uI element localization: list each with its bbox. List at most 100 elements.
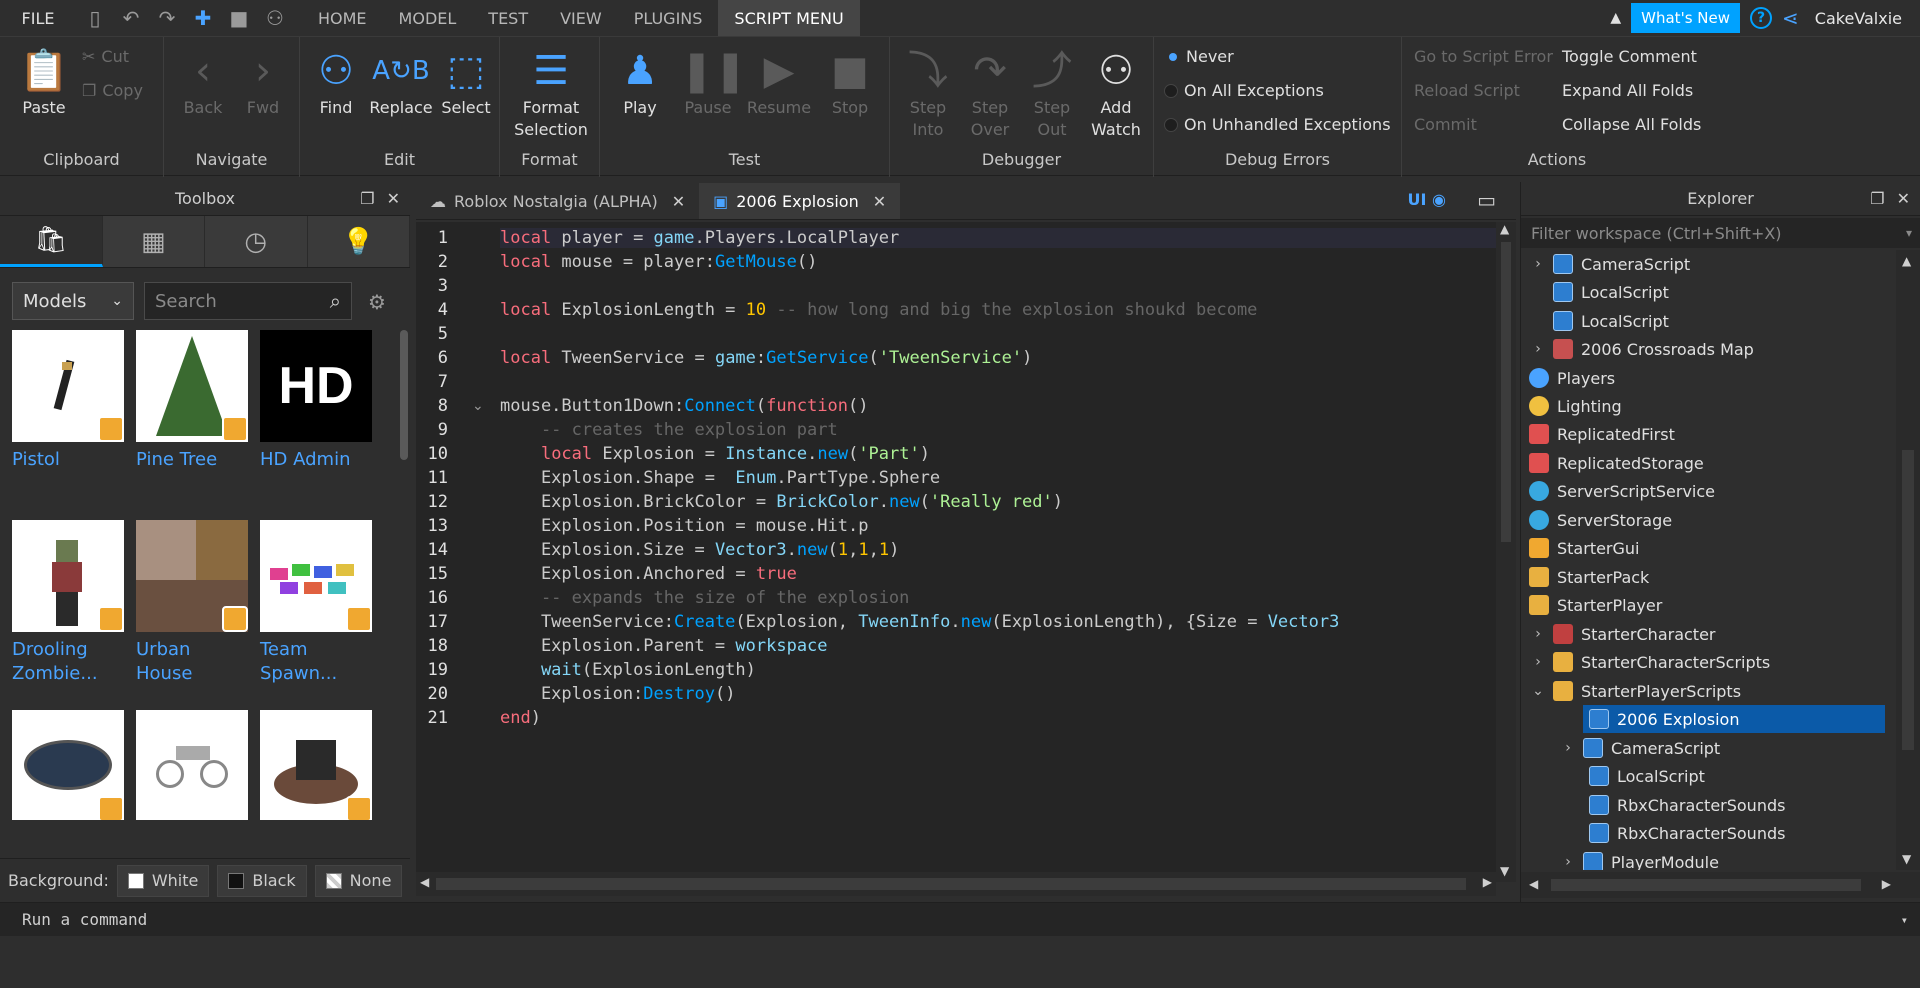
expand-arrow-icon[interactable]: › — [1561, 740, 1575, 756]
on-unhandled-exceptions-radio[interactable]: On Unhandled Exceptions — [1164, 115, 1391, 134]
ui-visibility-toggle[interactable]: UI ◉ — [1408, 190, 1447, 209]
scroll-down-icon[interactable]: ▼ — [1500, 864, 1509, 878]
share-icon[interactable]: ⋖ — [1782, 6, 1799, 30]
explorer-filter-input[interactable]: Filter workspace (Ctrl+Shift+X) ▾ — [1521, 218, 1920, 248]
scroll-thumb[interactable] — [1902, 450, 1914, 750]
tree-node[interactable]: StarterPack — [1529, 563, 1649, 591]
resume-button[interactable]: ▶ Resume — [744, 47, 814, 119]
reload-script-button[interactable]: Reload Script — [1414, 81, 1520, 100]
chevron-down-icon[interactable]: ▾ — [1901, 913, 1908, 927]
pause-button[interactable]: ❚❚ Pause — [680, 47, 747, 119]
tab-home[interactable]: HOME — [302, 0, 383, 36]
search-icon[interactable]: ⌕ — [330, 289, 341, 313]
replace-button[interactable]: A↻B Replace — [366, 47, 436, 119]
tab-test[interactable]: TEST — [472, 0, 544, 36]
bg-black-button[interactable]: Black — [217, 864, 307, 897]
tab-script-menu[interactable]: SCRIPT MENU — [718, 0, 860, 36]
tab-roblox-nostalgia[interactable]: ☁ Roblox Nostalgia (ALPHA) ✕ — [416, 183, 699, 219]
collapse-arrow-icon[interactable]: ⌄ — [1531, 683, 1545, 699]
scroll-up-icon[interactable]: ▲ — [1500, 222, 1509, 236]
close-icon[interactable]: ✕ — [1897, 189, 1910, 208]
binoculars-icon[interactable]: ⚇ — [264, 6, 286, 30]
collapse-ribbon-icon[interactable]: ▲ — [1610, 10, 1621, 26]
tab-view[interactable]: VIEW — [544, 0, 618, 36]
tree-node[interactable]: › CameraScript — [1531, 250, 1690, 278]
scroll-left-icon[interactable]: ◀ — [420, 875, 429, 889]
toolbox-item[interactable] — [260, 710, 374, 820]
go-to-script-error-button[interactable]: Go to Script Error — [1414, 47, 1553, 66]
tree-node[interactable]: › CameraScript — [1561, 734, 1720, 762]
undo-icon[interactable]: ↶ — [120, 6, 142, 30]
explorer-horizontal-scrollbar[interactable]: ◀ ▶ — [1521, 872, 1920, 898]
recent-tab[interactable]: ◷ — [205, 216, 308, 267]
fold-chevron-icon[interactable]: ⌄ — [472, 398, 484, 414]
plugin-icon[interactable]: ✚ — [192, 6, 214, 30]
cut-button[interactable]: ✂ Cut — [82, 47, 129, 66]
toolbox-item[interactable] — [12, 710, 126, 820]
script-editor[interactable]: 1 2 3 4 5 6 7 8 ⌄ 9 10 11 12 13 14 15 16… — [416, 222, 1516, 882]
toolbox-item[interactable]: Pistol — [12, 330, 126, 472]
collapse-all-folds-button[interactable]: Collapse All Folds — [1562, 115, 1701, 134]
file-menu[interactable]: FILE — [0, 0, 76, 36]
creations-tab[interactable]: 💡 — [307, 216, 410, 267]
expand-arrow-icon[interactable]: › — [1561, 854, 1575, 870]
toolbox-scrollbar[interactable] — [400, 330, 408, 460]
expand-arrow-icon[interactable]: › — [1531, 256, 1545, 272]
undock-icon[interactable]: ❐ — [1870, 189, 1884, 208]
close-tab-icon[interactable]: ✕ — [873, 192, 886, 211]
expand-all-folds-button[interactable]: Expand All Folds — [1562, 81, 1693, 100]
toolbox-item[interactable] — [136, 710, 250, 820]
device-emulator-icon[interactable]: ▭ — [1477, 188, 1496, 212]
toolbox-item[interactable]: Pine Tree — [136, 330, 250, 472]
tab-2006-explosion[interactable]: ▣ 2006 Explosion ✕ — [699, 183, 901, 219]
forward-button[interactable]: › Fwd — [238, 47, 288, 119]
marketplace-tab[interactable]: 🛍 — [0, 216, 103, 267]
expand-arrow-icon[interactable]: › — [1531, 626, 1545, 642]
back-button[interactable]: ‹ Back — [178, 47, 228, 119]
new-file-icon[interactable]: ▯ — [84, 6, 106, 30]
editor-vertical-scrollbar[interactable]: ▲ ▼ — [1496, 222, 1516, 882]
copy-button[interactable]: ❐ Copy — [82, 81, 143, 100]
tree-node[interactable]: RbxCharacterSounds — [1589, 791, 1785, 819]
scroll-down-icon[interactable]: ▼ — [1902, 852, 1911, 866]
find-button[interactable]: ⚇ Find — [308, 47, 364, 119]
category-dropdown[interactable]: Models ⌄ — [12, 282, 134, 320]
bg-none-button[interactable]: None — [314, 864, 403, 897]
stop-square-icon[interactable]: ■ — [228, 6, 250, 30]
tab-plugins[interactable]: PLUGINS — [618, 0, 719, 36]
tree-node[interactable]: › PlayerModule — [1561, 848, 1719, 870]
tree-node[interactable]: ServerStorage — [1529, 506, 1672, 534]
scroll-right-icon[interactable]: ▶ — [1882, 877, 1891, 891]
tree-node[interactable]: › 2006 Crossroads Map — [1531, 335, 1754, 363]
tree-node[interactable]: ⌄ StarterPlayerScripts — [1531, 677, 1741, 705]
tree-node[interactable]: › StarterCharacter — [1531, 620, 1716, 648]
expand-arrow-icon[interactable]: › — [1531, 341, 1545, 357]
tree-node[interactable]: Players — [1529, 364, 1615, 392]
filter-sliders-icon[interactable]: ⚙ — [368, 290, 386, 314]
format-selection-button[interactable]: ☰ Format Selection — [508, 47, 594, 141]
toolbox-item[interactable]: Team Spawn... — [260, 520, 374, 686]
scroll-right-icon[interactable]: ▶ — [1483, 875, 1492, 889]
chevron-down-icon[interactable]: ▾ — [1906, 226, 1912, 240]
step-out-button[interactable]: ⤴ Step Out — [1024, 47, 1080, 141]
undock-icon[interactable]: ❐ — [360, 189, 374, 208]
editor-horizontal-scrollbar[interactable]: ◀ ▶ — [416, 872, 1496, 896]
stop-button[interactable]: ■ Stop — [822, 47, 878, 119]
redo-icon[interactable]: ↷ — [156, 6, 178, 30]
scroll-thumb[interactable] — [436, 878, 1466, 890]
toolbox-search-input[interactable]: Search ⌕ — [144, 282, 352, 320]
scroll-up-icon[interactable]: ▲ — [1902, 254, 1911, 268]
on-all-exceptions-radio[interactable]: On All Exceptions — [1164, 81, 1324, 100]
tree-node[interactable]: ReplicatedStorage — [1529, 449, 1704, 477]
close-icon[interactable]: ✕ — [387, 189, 400, 208]
commit-button[interactable]: Commit — [1414, 115, 1477, 134]
tree-node-selected[interactable]: 2006 Explosion — [1583, 705, 1885, 733]
command-bar[interactable]: Run a command ▾ — [0, 902, 1920, 936]
tree-node[interactable]: LocalScript — [1553, 278, 1669, 306]
bg-white-button[interactable]: White — [116, 864, 210, 897]
whats-new-button[interactable]: What's New — [1631, 3, 1740, 33]
tree-node[interactable]: Lighting — [1529, 392, 1622, 420]
tree-node[interactable]: StarterGui — [1529, 534, 1640, 562]
toolbox-item[interactable]: HD HD Admin — [260, 330, 374, 472]
code-area[interactable]: local player = game.Players.LocalPlayer … — [500, 222, 1500, 882]
